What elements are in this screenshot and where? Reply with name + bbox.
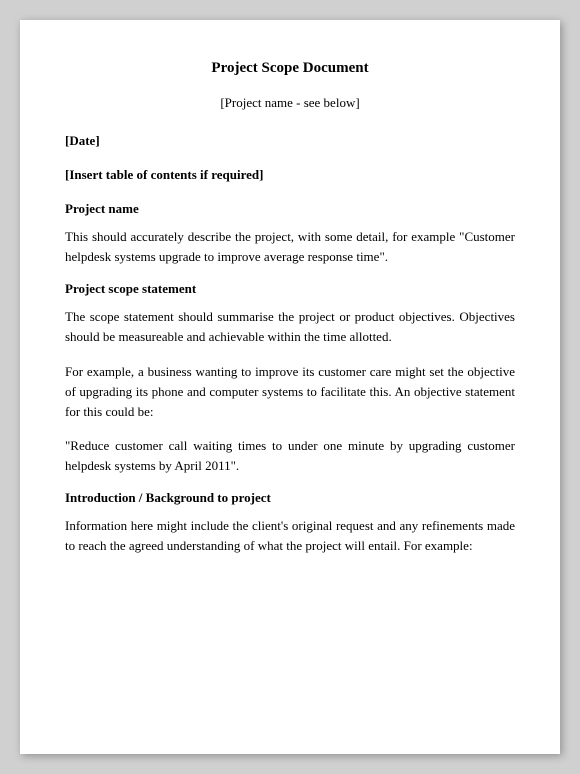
paragraph-scope-2: For example, a business wanting to impro… (65, 362, 515, 422)
project-name-placeholder: [Project name - see below] (65, 95, 515, 111)
paragraph-scope-3: "Reduce customer call waiting times to u… (65, 436, 515, 476)
section-scope-statement: Project scope statement The scope statem… (65, 281, 515, 476)
paragraph-scope-1: The scope statement should summarise the… (65, 307, 515, 347)
document-title: Project Scope Document (65, 60, 515, 77)
heading-introduction: Introduction / Background to project (65, 490, 515, 506)
document-page: Project Scope Document [Project name - s… (20, 20, 560, 754)
toc-placeholder: [Insert table of contents if required] (65, 167, 515, 183)
date-placeholder: [Date] (65, 133, 515, 149)
heading-project-name: Project name (65, 201, 515, 217)
paragraph-introduction-1: Information here might include the clien… (65, 516, 515, 556)
section-project-name: Project name This should accurately desc… (65, 201, 515, 267)
paragraph-project-name-1: This should accurately describe the proj… (65, 227, 515, 267)
section-introduction: Introduction / Background to project Inf… (65, 490, 515, 556)
heading-scope-statement: Project scope statement (65, 281, 515, 297)
